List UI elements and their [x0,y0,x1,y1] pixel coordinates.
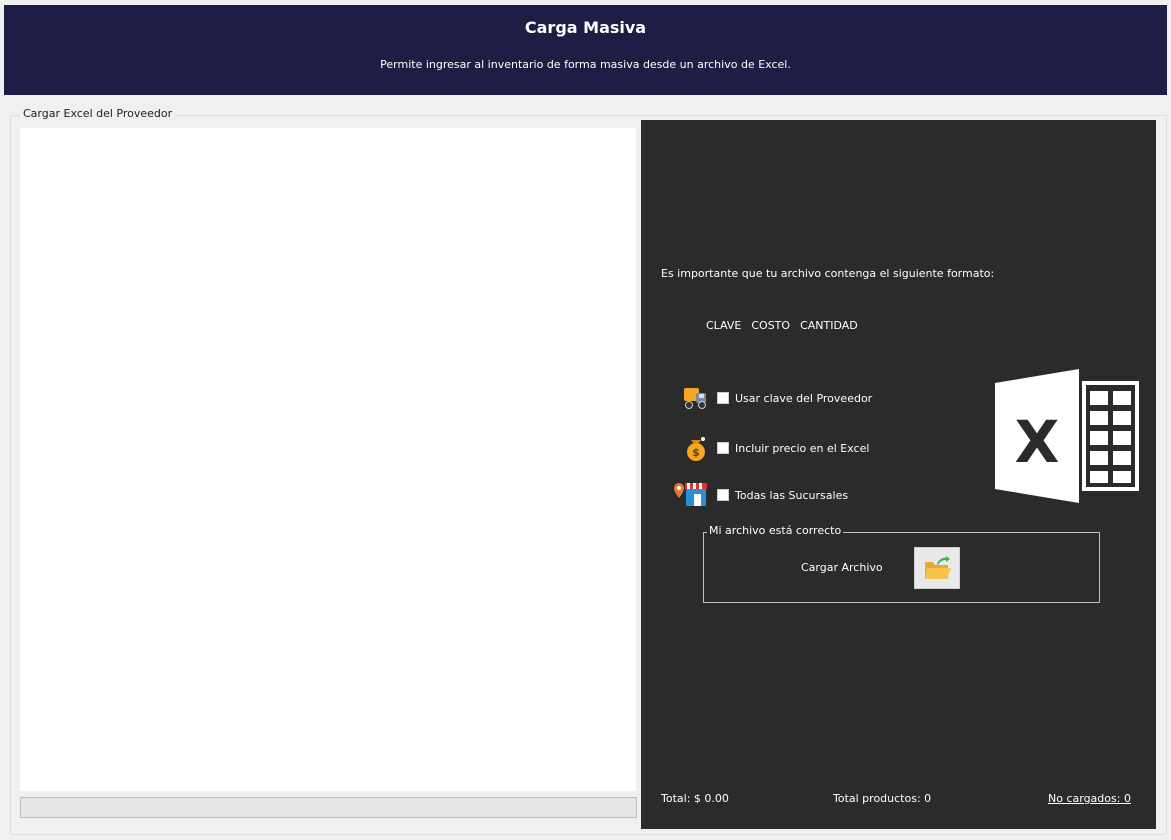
checkbox-supplier-key[interactable] [717,392,729,404]
file-ok-legend: Mi archivo está correcto [707,524,844,537]
money-bag-icon: $ [681,433,711,463]
load-progress-bar [20,797,637,818]
header-banner: Carga Masiva Permite ingresar al inventa… [4,5,1167,95]
format-note: Es importante que tu archivo contenga el… [661,267,995,280]
instructions-panel: Es importante que tu archivo contenga el… [641,120,1156,829]
group-legend: Cargar Excel del Proveedor [20,107,176,120]
option-all-branches: Todas las Sucursales [671,480,848,510]
format-columns: CLAVE COSTO CANTIDAD [706,319,858,332]
load-file-label: Cargar Archivo [801,561,883,574]
column-label-clave: CLAVE [706,319,742,332]
load-file-button[interactable] [914,547,960,589]
footer-total: Total: $ 0.00 [661,792,729,805]
checkbox-include-price[interactable] [717,442,729,454]
excel-logo-icon: X [993,369,1141,503]
file-ok-group [703,532,1100,603]
delivery-truck-icon [681,383,711,413]
option-label-all-branches: Todas las Sucursales [735,488,849,502]
option-include-price: $ Incluir precio en el Excel [681,433,869,463]
svg-text:$: $ [692,446,700,459]
store-location-icon [671,480,711,510]
column-label-cantidad: CANTIDAD [800,319,858,332]
option-supplier-key: Usar clave del Proveedor [681,383,872,413]
excel-data-list[interactable] [20,128,636,791]
not-loaded-link[interactable]: No cargados: 0 [1048,792,1131,805]
svg-text:X: X [1015,408,1060,476]
option-label-include-price: Incluir precio en el Excel [735,441,870,455]
checkbox-all-branches[interactable] [717,489,729,501]
footer-products: Total productos: 0 [833,792,932,805]
column-label-costo: COSTO [751,319,791,332]
option-label-supplier-key: Usar clave del Proveedor [735,391,873,405]
page-subtitle: Permite ingresar al inventario de forma … [380,58,791,71]
page-title: Carga Masiva [524,18,647,37]
open-folder-icon [915,556,959,592]
